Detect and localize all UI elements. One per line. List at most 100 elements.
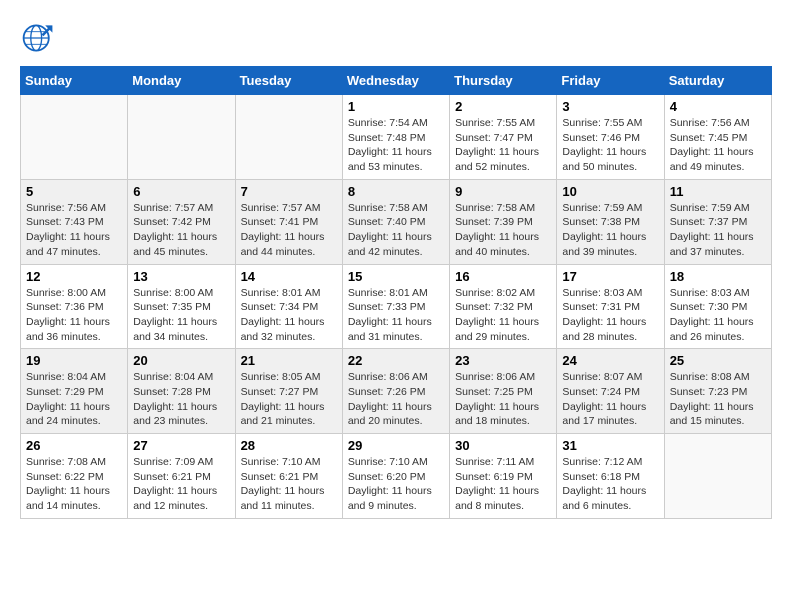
day-info: Sunrise: 8:01 AMSunset: 7:33 PMDaylight:…: [348, 286, 444, 345]
day-number: 26: [26, 438, 122, 453]
calendar-cell: 28 Sunrise: 7:10 AMSunset: 6:21 PMDayligh…: [235, 434, 342, 519]
day-number: 18: [670, 269, 766, 284]
day-info: Sunrise: 7:59 AMSunset: 7:38 PMDaylight:…: [562, 201, 658, 260]
logo: [20, 20, 58, 56]
day-number: 23: [455, 353, 551, 368]
day-number: 14: [241, 269, 337, 284]
day-number: 12: [26, 269, 122, 284]
day-info: Sunrise: 8:00 AMSunset: 7:35 PMDaylight:…: [133, 286, 229, 345]
day-info: Sunrise: 7:56 AMSunset: 7:43 PMDaylight:…: [26, 201, 122, 260]
day-number: 13: [133, 269, 229, 284]
day-number: 28: [241, 438, 337, 453]
day-number: 24: [562, 353, 658, 368]
day-header-wednesday: Wednesday: [342, 67, 449, 95]
calendar-cell: 22 Sunrise: 8:06 AMSunset: 7:26 PMDayligh…: [342, 349, 449, 434]
calendar-week-2: 5 Sunrise: 7:56 AMSunset: 7:43 PMDaylight…: [21, 179, 772, 264]
day-header-saturday: Saturday: [664, 67, 771, 95]
day-info: Sunrise: 8:04 AMSunset: 7:28 PMDaylight:…: [133, 370, 229, 429]
day-info: Sunrise: 7:09 AMSunset: 6:21 PMDaylight:…: [133, 455, 229, 514]
calendar-cell: 29 Sunrise: 7:10 AMSunset: 6:20 PMDayligh…: [342, 434, 449, 519]
day-number: 2: [455, 99, 551, 114]
calendar-week-4: 19 Sunrise: 8:04 AMSunset: 7:29 PMDayligh…: [21, 349, 772, 434]
day-info: Sunrise: 8:08 AMSunset: 7:23 PMDaylight:…: [670, 370, 766, 429]
day-number: 31: [562, 438, 658, 453]
calendar-cell: 20 Sunrise: 8:04 AMSunset: 7:28 PMDayligh…: [128, 349, 235, 434]
calendar-cell: 21 Sunrise: 8:05 AMSunset: 7:27 PMDayligh…: [235, 349, 342, 434]
calendar-cell: 17 Sunrise: 8:03 AMSunset: 7:31 PMDayligh…: [557, 264, 664, 349]
calendar-cell: 23 Sunrise: 8:06 AMSunset: 7:25 PMDayligh…: [450, 349, 557, 434]
calendar-cell: 27 Sunrise: 7:09 AMSunset: 6:21 PMDayligh…: [128, 434, 235, 519]
day-number: 30: [455, 438, 551, 453]
day-number: 16: [455, 269, 551, 284]
day-number: 5: [26, 184, 122, 199]
day-number: 4: [670, 99, 766, 114]
day-info: Sunrise: 7:08 AMSunset: 6:22 PMDaylight:…: [26, 455, 122, 514]
day-info: Sunrise: 8:06 AMSunset: 7:25 PMDaylight:…: [455, 370, 551, 429]
day-number: 3: [562, 99, 658, 114]
calendar-cell: 10 Sunrise: 7:59 AMSunset: 7:38 PMDayligh…: [557, 179, 664, 264]
day-number: 25: [670, 353, 766, 368]
calendar-cell: 8Sunrise: 7:58 AMSunset: 7:40 PMDaylight…: [342, 179, 449, 264]
calendar-cell: 25 Sunrise: 8:08 AMSunset: 7:23 PMDayligh…: [664, 349, 771, 434]
calendar-cell: 24 Sunrise: 8:07 AMSunset: 7:24 PMDayligh…: [557, 349, 664, 434]
day-number: 27: [133, 438, 229, 453]
day-number: 20: [133, 353, 229, 368]
page-header: [20, 20, 772, 56]
day-info: Sunrise: 7:57 AMSunset: 7:41 PMDaylight:…: [241, 201, 337, 260]
day-number: 10: [562, 184, 658, 199]
day-header-thursday: Thursday: [450, 67, 557, 95]
day-number: 29: [348, 438, 444, 453]
calendar-table: SundayMondayTuesdayWednesdayThursdayFrid…: [20, 66, 772, 519]
day-info: Sunrise: 7:10 AMSunset: 6:21 PMDaylight:…: [241, 455, 337, 514]
day-number: 1: [348, 99, 444, 114]
calendar-cell: 16Sunrise: 8:02 AMSunset: 7:32 PMDayligh…: [450, 264, 557, 349]
calendar-header-row: SundayMondayTuesdayWednesdayThursdayFrid…: [21, 67, 772, 95]
day-info: Sunrise: 8:07 AMSunset: 7:24 PMDaylight:…: [562, 370, 658, 429]
globe-icon: [20, 20, 56, 56]
day-number: 8: [348, 184, 444, 199]
day-info: Sunrise: 7:58 AMSunset: 7:39 PMDaylight:…: [455, 201, 551, 260]
calendar-cell: 18Sunrise: 8:03 AMSunset: 7:30 PMDayligh…: [664, 264, 771, 349]
day-header-monday: Monday: [128, 67, 235, 95]
day-info: Sunrise: 7:12 AMSunset: 6:18 PMDaylight:…: [562, 455, 658, 514]
day-info: Sunrise: 7:57 AMSunset: 7:42 PMDaylight:…: [133, 201, 229, 260]
day-info: Sunrise: 7:54 AMSunset: 7:48 PMDaylight:…: [348, 116, 444, 175]
day-info: Sunrise: 7:55 AMSunset: 7:47 PMDaylight:…: [455, 116, 551, 175]
day-number: 7: [241, 184, 337, 199]
day-header-sunday: Sunday: [21, 67, 128, 95]
day-info: Sunrise: 8:04 AMSunset: 7:29 PMDaylight:…: [26, 370, 122, 429]
calendar-cell: 1 Sunrise: 7:54 AMSunset: 7:48 PMDaylight…: [342, 95, 449, 180]
calendar-cell: 30Sunrise: 7:11 AMSunset: 6:19 PMDayligh…: [450, 434, 557, 519]
day-number: 17: [562, 269, 658, 284]
day-info: Sunrise: 8:01 AMSunset: 7:34 PMDaylight:…: [241, 286, 337, 345]
day-number: 11: [670, 184, 766, 199]
day-info: Sunrise: 8:03 AMSunset: 7:31 PMDaylight:…: [562, 286, 658, 345]
day-header-friday: Friday: [557, 67, 664, 95]
day-number: 15: [348, 269, 444, 284]
day-number: 9: [455, 184, 551, 199]
calendar-cell: 12 Sunrise: 8:00 AMSunset: 7:36 PMDayligh…: [21, 264, 128, 349]
calendar-cell: 31 Sunrise: 7:12 AMSunset: 6:18 PMDayligh…: [557, 434, 664, 519]
calendar-cell: [235, 95, 342, 180]
day-number: 22: [348, 353, 444, 368]
calendar-cell: 3 Sunrise: 7:55 AMSunset: 7:46 PMDaylight…: [557, 95, 664, 180]
calendar-cell: 19 Sunrise: 8:04 AMSunset: 7:29 PMDayligh…: [21, 349, 128, 434]
day-info: Sunrise: 8:06 AMSunset: 7:26 PMDaylight:…: [348, 370, 444, 429]
day-number: 19: [26, 353, 122, 368]
day-info: Sunrise: 7:56 AMSunset: 7:45 PMDaylight:…: [670, 116, 766, 175]
calendar-cell: [21, 95, 128, 180]
calendar-week-1: 1 Sunrise: 7:54 AMSunset: 7:48 PMDaylight…: [21, 95, 772, 180]
day-info: Sunrise: 7:10 AMSunset: 6:20 PMDaylight:…: [348, 455, 444, 514]
day-info: Sunrise: 7:59 AMSunset: 7:37 PMDaylight:…: [670, 201, 766, 260]
day-info: Sunrise: 8:05 AMSunset: 7:27 PMDaylight:…: [241, 370, 337, 429]
calendar-cell: 14 Sunrise: 8:01 AMSunset: 7:34 PMDayligh…: [235, 264, 342, 349]
calendar-cell: 26 Sunrise: 7:08 AMSunset: 6:22 PMDayligh…: [21, 434, 128, 519]
logo-icon-area: [20, 20, 56, 56]
day-info: Sunrise: 8:00 AMSunset: 7:36 PMDaylight:…: [26, 286, 122, 345]
calendar-cell: 6Sunrise: 7:57 AMSunset: 7:42 PMDaylight…: [128, 179, 235, 264]
calendar-cell: 13 Sunrise: 8:00 AMSunset: 7:35 PMDayligh…: [128, 264, 235, 349]
day-number: 21: [241, 353, 337, 368]
calendar-cell: 15 Sunrise: 8:01 AMSunset: 7:33 PMDayligh…: [342, 264, 449, 349]
day-header-tuesday: Tuesday: [235, 67, 342, 95]
day-info: Sunrise: 7:55 AMSunset: 7:46 PMDaylight:…: [562, 116, 658, 175]
